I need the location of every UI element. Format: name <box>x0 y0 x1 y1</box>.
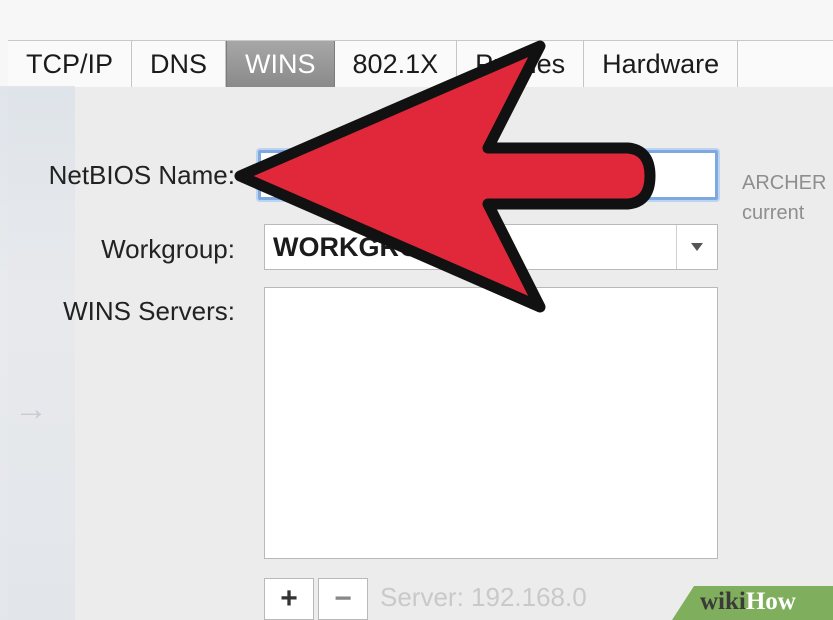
wikihow-logo-text: wikiHow <box>700 588 796 616</box>
red-arrow-annotation <box>234 40 656 313</box>
wikihow-logo-part1: wiki <box>700 588 746 615</box>
wikihow-logo-part2: How <box>745 588 796 615</box>
red-arrow-shape <box>234 40 656 313</box>
